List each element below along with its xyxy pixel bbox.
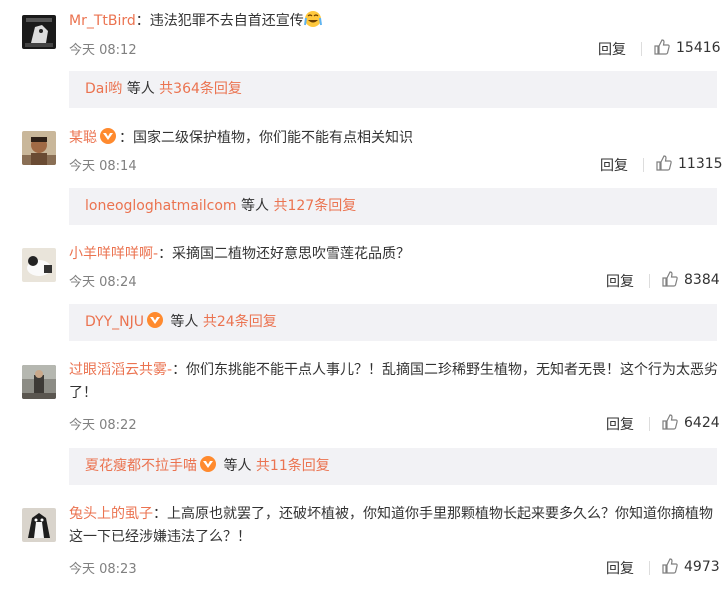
reply-user-link[interactable]: 夏花瘦都不拉手喵 [85,458,197,474]
like-button[interactable]: 15416 [654,39,721,56]
reply-count-link[interactable]: 共364条回复 [159,81,242,97]
comment-body: ：违法犯罪不去自首还宣传 [135,13,304,29]
like-count: 6424 [684,415,720,431]
comment-time: 今天 08:14 [69,159,137,174]
avatar[interactable] [22,508,56,542]
divider [641,42,642,56]
like-count: 4973 [684,559,720,575]
like-count: 15416 [676,40,721,56]
comment-body: ：采摘国二植物还好意思吹雪莲花品质？ [158,246,411,262]
reply-user-link[interactable]: Dai哟 [85,81,122,97]
comment-text: Mr_TtBird：违法犯罪不去自首还宣传 [69,10,720,33]
reply-count-link[interactable]: 共11条回复 [256,458,330,474]
comment-time: 今天 08:12 [69,43,137,58]
reply-button[interactable]: 回复 [606,271,634,291]
comment-text: 兔头上的虱子：上高原也就罢了，还破坏植被，你知道你手里那颗植物长起来要多久么？你… [69,503,720,549]
reply-middle-text: 等人 [165,314,203,330]
comment-text: 某聪 ：国家二级保护植物，你们能不能有点相关知识 [69,127,720,150]
reply-count-link[interactable]: 共24条回复 [203,314,277,330]
comment-username[interactable]: 某聪 [69,130,97,146]
comment-body: ：上高原也就罢了，还破坏植被，你知道你手里那颗植物长起来要多久么？你知道你摘植物… [69,506,713,545]
avatar[interactable] [22,131,56,165]
comment-time: 今天 08:24 [69,275,137,290]
thumbs-up-icon [662,558,678,574]
comment-time: 今天 08:22 [69,418,137,433]
reply-button[interactable]: 回复 [606,558,634,578]
avatar[interactable] [22,365,56,399]
like-button[interactable]: 8384 [662,271,720,288]
vip-badge-icon [100,128,116,144]
reply-middle-text: 等人 [219,458,256,474]
reply-summary[interactable]: 夏花瘦都不拉手喵 等人 共11条回复 [69,448,717,485]
thumbs-up-icon [662,414,678,430]
comment-time: 今天 08:23 [69,562,137,577]
comment-username[interactable]: Mr_TtBird [69,13,136,29]
like-count: 11315 [678,156,723,172]
like-button[interactable]: 4973 [662,558,720,575]
reply-count-link[interactable]: 共127条回复 [273,198,356,214]
comment-text: 小羊咩咩咩啊-：采摘国二植物还好意思吹雪莲花品质？ [69,243,720,266]
like-button[interactable]: 11315 [656,155,723,172]
like-button[interactable]: 6424 [662,414,720,431]
reply-middle-text: 等人 [236,198,274,214]
like-count: 8384 [684,272,720,288]
reply-button[interactable]: 回复 [606,414,634,434]
reply-middle-text: 等人 [122,81,160,97]
reply-summary[interactable]: Dai哟 等人 共364条回复 [69,71,717,108]
divider [643,158,644,172]
comment-username[interactable]: 兔头上的虱子 [69,506,153,522]
comment-body: ：国家二级保护植物，你们能不能有点相关知识 [119,130,413,146]
reply-user-link[interactable]: DYY_NJU [85,314,144,330]
thumbs-up-icon [662,271,678,287]
divider [649,417,650,431]
divider [649,561,650,575]
comment-text: 过眼滔滔云共雾-：你们东挑能不能干点人事儿？！乱摘国二珍稀野生植物，无知者无畏！… [69,359,720,405]
avatar[interactable] [22,15,56,49]
thumbs-up-icon [654,39,670,55]
reply-summary[interactable]: loneogloghatmailcom 等人 共127条回复 [69,188,717,225]
crying-laugh-emoji-icon [303,11,322,27]
vip-badge-icon [146,312,163,328]
avatar[interactable] [22,248,56,282]
reply-user-link[interactable]: loneogloghatmailcom [85,198,237,214]
comment-username[interactable]: 过眼滔滔云共雾- [69,362,172,378]
reply-button[interactable]: 回复 [600,155,628,175]
reply-summary[interactable]: DYY_NJU 等人 共24条回复 [69,304,717,341]
comment-username[interactable]: 小羊咩咩咩啊- [69,246,158,262]
reply-button[interactable]: 回复 [598,39,626,59]
divider [649,274,650,288]
thumbs-up-icon [656,155,672,171]
vip-badge-icon [200,456,216,472]
